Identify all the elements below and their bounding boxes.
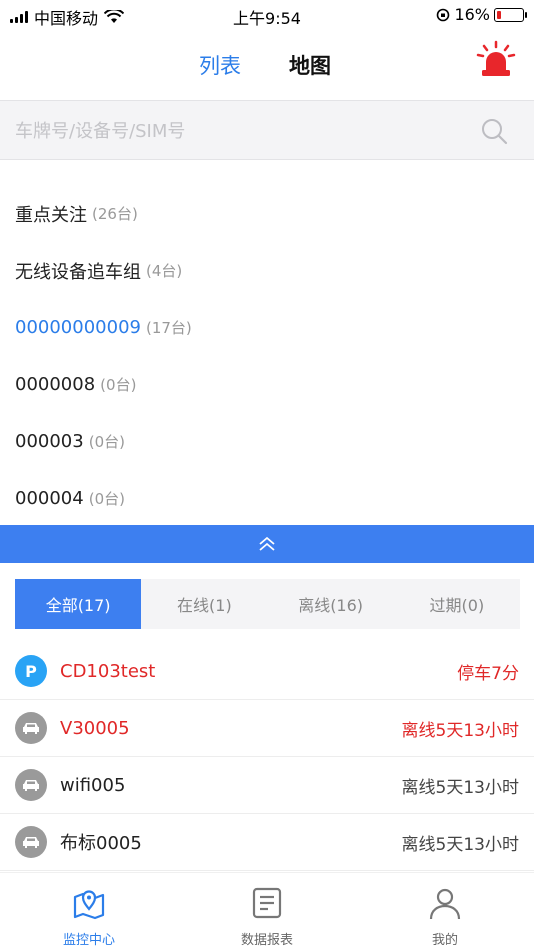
- nav-label: 我的: [431, 933, 458, 948]
- vehicle-row[interactable]: wifi005 离线5天13小时: [0, 757, 534, 814]
- car-icon: [15, 826, 47, 858]
- group-item[interactable]: 0000008 (0台): [0, 356, 534, 413]
- filter-tab-expired[interactable]: 过期(0): [394, 579, 520, 629]
- filter-tab-online[interactable]: 在线(1): [141, 579, 267, 629]
- search-icon[interactable]: [480, 117, 508, 145]
- battery-percent: 16%: [454, 5, 490, 24]
- tab-list[interactable]: 列表: [199, 50, 241, 80]
- report-icon: [252, 887, 282, 919]
- map-pin-icon: [73, 890, 105, 920]
- battery-level: [497, 10, 501, 19]
- filter-tab-offline[interactable]: 离线(16): [268, 579, 394, 629]
- header: 列表 地图: [0, 30, 534, 98]
- search-bar: [0, 100, 534, 160]
- siren-icon[interactable]: [476, 40, 516, 80]
- group-count: (26台): [92, 205, 138, 223]
- group-count: (0台): [100, 376, 137, 394]
- status-bar: 中国移动 上午9:54 16%: [0, 0, 534, 30]
- vehicle-status: 停车7分: [457, 663, 519, 684]
- collapse-toggle[interactable]: [0, 525, 534, 563]
- group-list: 重点关注 (26台) 无线设备追车组 (4台) 00000000009 (17台…: [0, 185, 534, 527]
- vehicle-row[interactable]: P CD103test 停车7分: [0, 643, 534, 700]
- filter-tab-all[interactable]: 全部(17): [15, 579, 142, 629]
- search-input[interactable]: [15, 115, 455, 147]
- group-item[interactable]: 无线设备追车组 (4台): [0, 242, 534, 299]
- nav-data-report[interactable]: 数据报表: [178, 873, 356, 950]
- nav-mine[interactable]: 我的: [356, 873, 534, 950]
- group-name: 无线设备追车组: [15, 261, 141, 283]
- group-item[interactable]: 00000000009 (17台): [0, 299, 534, 356]
- parking-icon: P: [15, 655, 47, 687]
- vehicle-name: CD103test: [60, 660, 156, 682]
- status-filter-tabs: 全部(17) 在线(1) 离线(16) 过期(0): [15, 579, 520, 629]
- group-item[interactable]: 000004 (0台): [0, 470, 534, 527]
- rotation-lock-icon: [437, 8, 450, 21]
- vehicle-name: 布标0005: [60, 833, 142, 854]
- vehicle-name: V30005: [60, 717, 130, 739]
- car-icon: [15, 712, 47, 744]
- group-count: (17台): [145, 319, 192, 337]
- group-name: 000004: [15, 488, 84, 509]
- group-name: 0000008: [15, 374, 96, 395]
- group-count: (4台): [146, 262, 183, 280]
- vehicle-row[interactable]: V30005 离线5天13小时: [0, 700, 534, 757]
- group-name: 00000000009: [15, 317, 141, 338]
- group-name: 000003: [15, 431, 84, 452]
- group-item[interactable]: 重点关注 (26台): [0, 185, 534, 242]
- bottom-nav: 监控中心 数据报表 我的: [0, 872, 534, 950]
- nav-monitor-center[interactable]: 监控中心: [0, 873, 178, 950]
- car-icon: [15, 769, 47, 801]
- group-count: (0台): [88, 433, 125, 451]
- nav-label: 数据报表: [240, 933, 293, 948]
- group-count: (0台): [88, 490, 125, 508]
- vehicle-list: P CD103test 停车7分 V30005 离线5天13小时 wifi005…: [0, 643, 534, 871]
- tab-map[interactable]: 地图: [289, 50, 331, 80]
- group-name: 重点关注: [15, 204, 87, 226]
- vehicle-status: 离线5天13小时: [401, 777, 519, 798]
- vehicle-row[interactable]: 布标0005 离线5天13小时: [0, 814, 534, 871]
- status-right: 16%: [436, 5, 527, 24]
- vehicle-status: 离线5天13小时: [401, 720, 519, 741]
- vehicle-status: 离线5天13小时: [401, 834, 519, 855]
- double-chevron-up-icon: [259, 536, 275, 551]
- group-item[interactable]: 000003 (0台): [0, 413, 534, 470]
- user-icon: [429, 888, 461, 920]
- vehicle-name: wifi005: [60, 774, 126, 796]
- battery-icon: [494, 7, 527, 22]
- nav-label: 监控中心: [62, 933, 115, 948]
